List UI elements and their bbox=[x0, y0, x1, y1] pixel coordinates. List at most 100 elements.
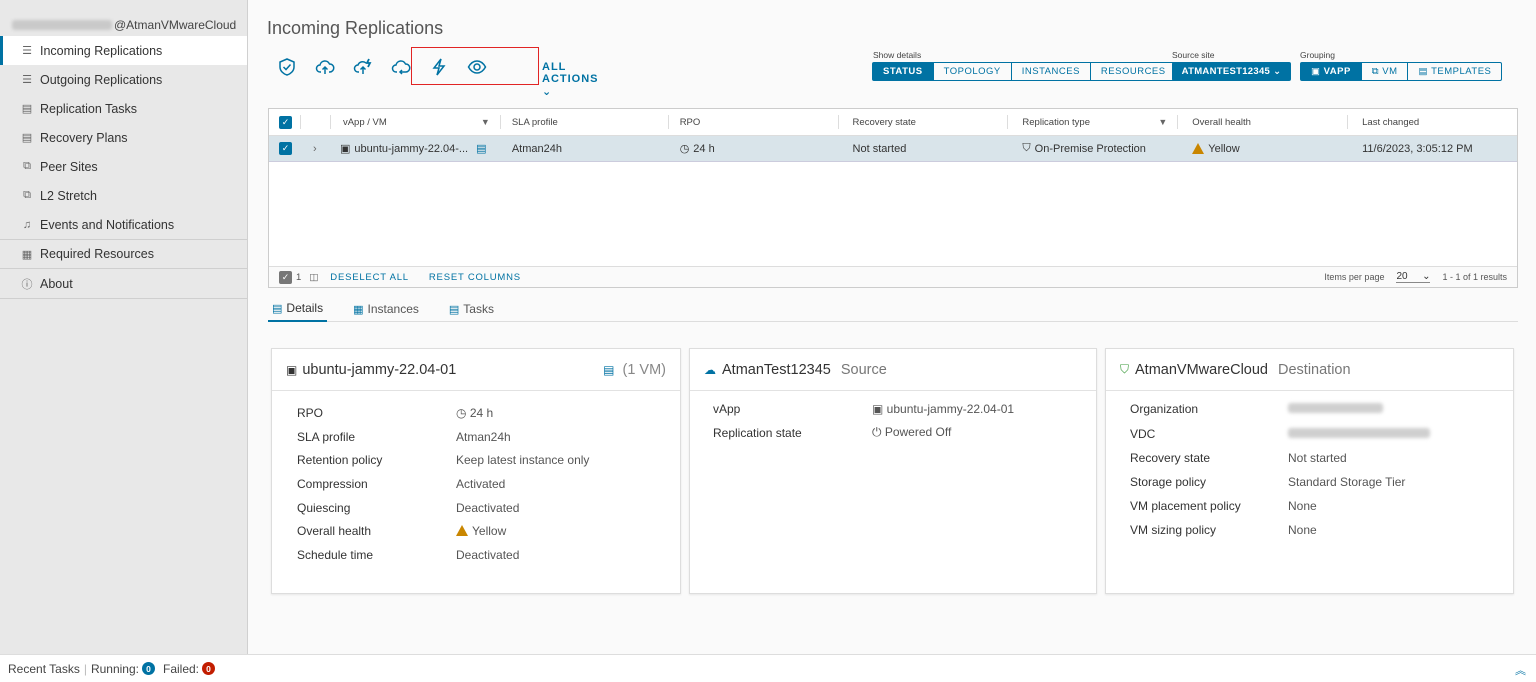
tab-details[interactable]: ▤ Details bbox=[268, 296, 328, 322]
show-resources-button[interactable]: RESOURCES bbox=[1091, 63, 1176, 80]
running-count-badge: 0 bbox=[141, 662, 155, 675]
list-icon: ☰ bbox=[22, 45, 32, 57]
vm-count[interactable]: ▤ (1 VM) bbox=[603, 362, 666, 378]
vm-count-value: (1 VM) bbox=[622, 361, 667, 378]
filter-icon[interactable]: ▼ bbox=[1158, 117, 1167, 127]
column-last-changed[interactable]: Last changed bbox=[1347, 109, 1517, 135]
kv-key: SLA profile bbox=[297, 429, 356, 444]
column-recovery-state[interactable]: Recovery state bbox=[837, 109, 1008, 135]
sidebar-item-required-resources[interactable]: ▦ Required Resources bbox=[0, 239, 247, 269]
protect-button[interactable] bbox=[268, 52, 306, 82]
sidebar-item-recovery-plans[interactable]: ▤ Recovery Plans bbox=[0, 123, 247, 152]
kv-value: Not started bbox=[1288, 451, 1347, 466]
vm-list-icon: ▤ bbox=[603, 362, 615, 377]
expand-icon[interactable]: ︽ bbox=[1515, 662, 1526, 678]
results-range: 1 - 1 of 1 results bbox=[1442, 272, 1507, 282]
sidebar-item-outgoing-replications[interactable]: ☰ Outgoing Replications bbox=[0, 65, 247, 94]
tab-tasks[interactable]: ▤ Tasks bbox=[445, 296, 498, 322]
row-checkbox[interactable]: ✓ bbox=[269, 136, 300, 161]
column-rpo[interactable]: RPO bbox=[667, 109, 838, 135]
group-templates-label: TEMPLATES bbox=[1431, 66, 1492, 77]
column-label: RPO bbox=[679, 116, 701, 128]
row-expand-toggle[interactable]: › bbox=[300, 136, 330, 161]
divider: | bbox=[83, 661, 87, 676]
reverse-button[interactable] bbox=[344, 52, 382, 82]
clock-icon: ◷ bbox=[679, 143, 690, 155]
kv-compression: Compression Activated bbox=[272, 472, 680, 496]
kv-overall-health: Overall health Yellow bbox=[272, 519, 680, 543]
source-site-dropdown[interactable]: ATMANTEST12345 ⌄ bbox=[1172, 62, 1291, 81]
row-health: Yellow bbox=[1177, 136, 1347, 161]
template-icon: ▤ bbox=[1418, 66, 1432, 77]
show-topology-button[interactable]: TOPOLOGY bbox=[934, 63, 1012, 80]
show-status-button[interactable]: STATUS bbox=[873, 63, 934, 80]
vapp-icon: ▣ bbox=[286, 362, 298, 377]
sidebar-item-label: About bbox=[40, 276, 73, 291]
kv-key: VM sizing policy bbox=[1130, 522, 1217, 537]
bell-icon: ♫ bbox=[22, 218, 32, 231]
info-icon: ⓘ bbox=[21, 278, 33, 291]
cloud-upload-icon bbox=[315, 60, 335, 74]
column-sla-profile[interactable]: SLA profile bbox=[499, 109, 668, 135]
tab-label: Details bbox=[286, 301, 324, 315]
items-per-page-label: Items per page bbox=[1324, 272, 1385, 282]
select-all-checkbox[interactable]: ✓ bbox=[269, 109, 300, 135]
sidebar-item-events-and-notifications[interactable]: ♫ Events and Notifications bbox=[0, 210, 247, 239]
shield-icon: ⛉ bbox=[1022, 142, 1031, 154]
group-templates-button[interactable]: ▤ TEMPLATES bbox=[1408, 63, 1501, 80]
vm-list-icon[interactable]: ▤ bbox=[476, 142, 486, 155]
vapp-details-card: ▣ ubuntu-jammy-22.04-01 ▤ (1 VM) RPO ◷ 24 … bbox=[271, 348, 681, 594]
vapp-icon: ▣ bbox=[1311, 66, 1324, 77]
migrate-button[interactable] bbox=[306, 52, 344, 82]
selected-count: 1 bbox=[296, 271, 302, 283]
kv-vdc: VDC bbox=[1106, 422, 1513, 447]
sidebar-item-peer-sites[interactable]: ⧉ Peer Sites bbox=[0, 152, 247, 181]
show-instances-button[interactable]: INSTANCES bbox=[1012, 63, 1091, 80]
kv-value: Keep latest instance only bbox=[456, 453, 590, 468]
column-vapp-vm[interactable]: vApp / VM ▼ bbox=[329, 109, 500, 135]
shield-check-icon: ⛉ bbox=[1120, 362, 1130, 376]
row-last-changed: 11/6/2023, 3:05:12 PM bbox=[1362, 142, 1473, 155]
tab-instances[interactable]: ▦ Instances bbox=[349, 296, 423, 322]
column-label: Last changed bbox=[1362, 116, 1420, 128]
power-state: Powered Off bbox=[884, 425, 952, 440]
show-details-label: Show details bbox=[873, 50, 922, 60]
row-recovery-state: Not started bbox=[852, 142, 907, 155]
items-per-page-select[interactable]: 20 ⌄ bbox=[1396, 271, 1431, 283]
sidebar-item-about[interactable]: ⓘ About bbox=[0, 269, 247, 299]
kv-organization: Organization bbox=[1106, 397, 1513, 422]
kv-key: Quiescing bbox=[297, 500, 351, 515]
chevron-right-icon: › bbox=[312, 142, 317, 155]
calendar-icon: ▦ bbox=[353, 303, 364, 316]
all-actions-menu[interactable]: ALL ACTIONS ⌄ bbox=[542, 61, 599, 98]
column-label: Replication type bbox=[1022, 116, 1091, 128]
card-body: Organization VDC Recovery state Not start… bbox=[1106, 391, 1513, 542]
table-row[interactable]: ✓ › ▣ ubuntu-jammy-22.04-... ▤ Atman24h ◷ 2… bbox=[269, 136, 1517, 162]
column-replication-type[interactable]: Replication type ▼ bbox=[1007, 109, 1177, 135]
group-vapp-button[interactable]: ▣ VAPP bbox=[1301, 63, 1362, 80]
vm-icon: ⧉ bbox=[1371, 66, 1383, 77]
sidebar-item-incoming-replications[interactable]: ☰ Incoming Replications bbox=[0, 36, 247, 65]
filter-icon[interactable]: ▼ bbox=[481, 117, 490, 127]
grid-footer: ✓ 1 ◫ DESELECT ALL RESET COLUMNS Items p… bbox=[269, 266, 1517, 287]
clipboard-icon: ▤ bbox=[448, 303, 460, 316]
recent-tasks-bar[interactable]: Recent Tasks | Running: 0 Failed: 0 ︽ bbox=[0, 654, 1536, 682]
group-vm-button[interactable]: ⧉ VM bbox=[1362, 63, 1409, 80]
selection-check-icon: ✓ bbox=[279, 270, 292, 284]
detail-tabs: ▤ Details ▦ Instances ▤ Tasks bbox=[268, 296, 1518, 322]
chart-icon: ▦ bbox=[21, 248, 33, 261]
row-vapp-name[interactable]: ▣ ubuntu-jammy-22.04-... ▤ bbox=[330, 136, 500, 161]
sidebar-item-label: Peer Sites bbox=[40, 159, 98, 174]
kv-sla-profile: SLA profile Atman24h bbox=[272, 425, 680, 449]
kv-value: Yellow bbox=[456, 524, 506, 538]
column-toggle-icon[interactable]: ◫ bbox=[309, 272, 318, 283]
column-overall-health[interactable]: Overall health bbox=[1177, 109, 1347, 135]
cloud-sync-icon bbox=[391, 60, 411, 75]
deselect-all-button[interactable]: DESELECT ALL bbox=[330, 272, 409, 283]
user-account[interactable]: @AtmanVMwareCloud bbox=[0, 0, 247, 36]
reset-columns-button[interactable]: RESET COLUMNS bbox=[429, 272, 521, 283]
sidebar-item-replication-tasks[interactable]: ▤ Replication Tasks bbox=[0, 94, 247, 123]
kv-key: VM placement policy bbox=[1130, 499, 1241, 514]
sidebar-item-l2-stretch[interactable]: ⧉ L2 Stretch bbox=[0, 181, 247, 210]
network-icon: ⧉ bbox=[23, 160, 31, 172]
